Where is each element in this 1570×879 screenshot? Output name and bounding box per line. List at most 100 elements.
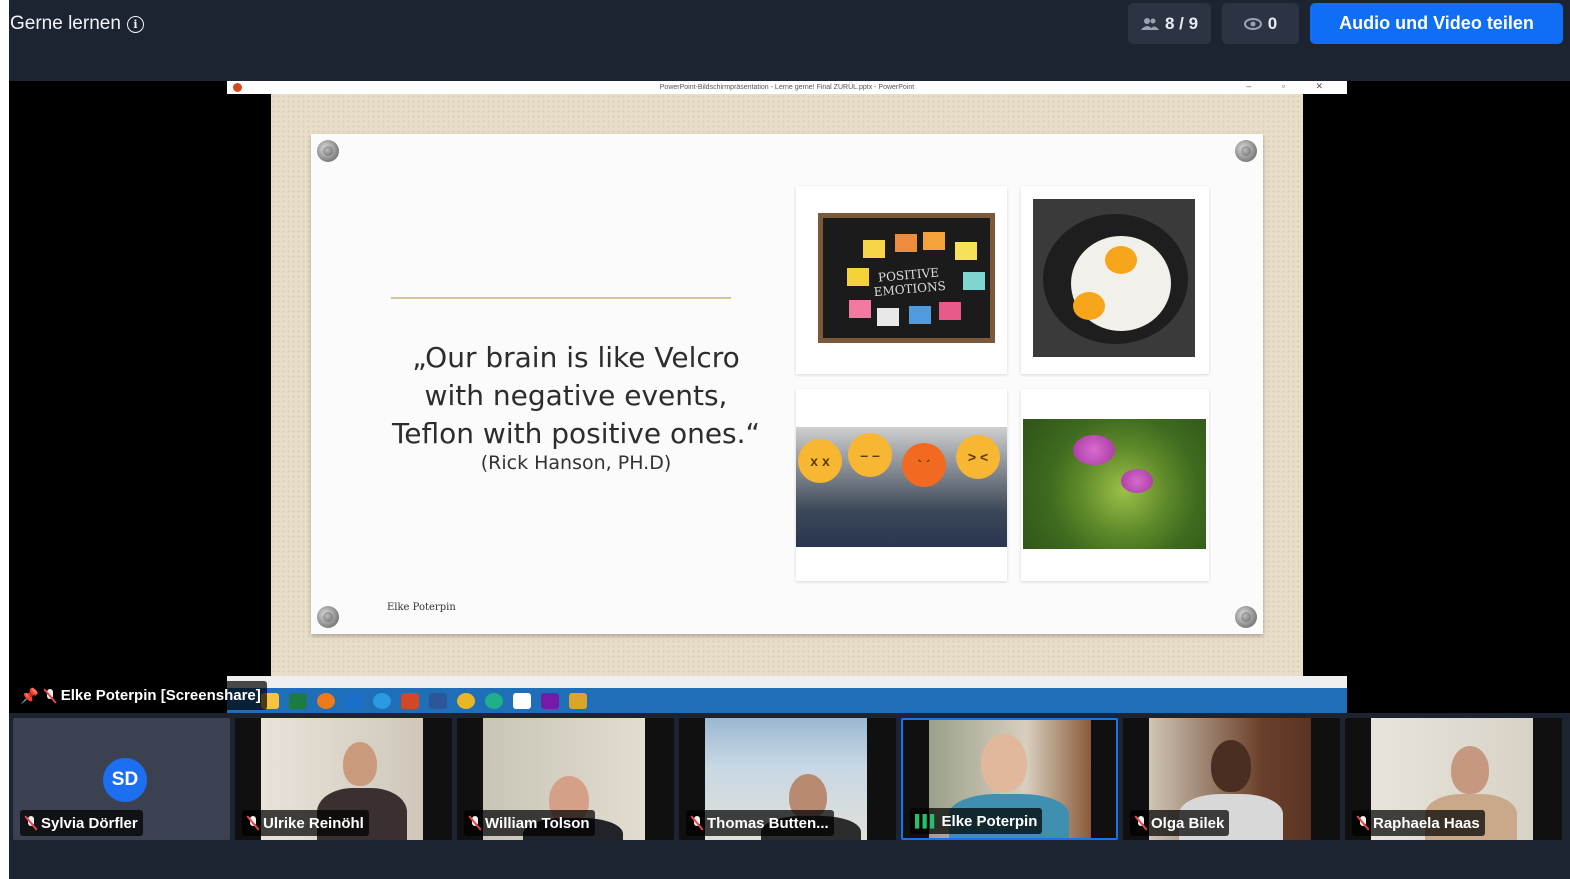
participant-tile[interactable]: SD Sylvia Dörfler: [13, 718, 230, 840]
egg-photo: [1021, 186, 1209, 374]
thistle-flower: [1073, 435, 1115, 465]
mic-muted-icon: [691, 815, 703, 831]
mic-muted-icon: [1135, 815, 1147, 831]
decorative-rule: [391, 297, 731, 299]
sticky-note: [849, 300, 871, 318]
powerpoint-window: PowerPoint-Bildschirmpräsentation - Lern…: [227, 81, 1347, 713]
screenshare-label: 📌 Elke Poterpin [Screenshare]: [14, 681, 267, 710]
participant-nameplate: Olga Bilek: [1130, 810, 1230, 836]
person-head: [1451, 746, 1489, 794]
ppt-titlebar: PowerPoint-Bildschirmpräsentation - Lern…: [227, 81, 1347, 94]
participant-name: Thomas Butten...: [707, 814, 829, 832]
teams-icon: [569, 692, 587, 709]
sticky-note: [939, 302, 961, 320]
thistle-photo: [1021, 389, 1209, 581]
participant-name: Ulrike Reinöhl: [263, 814, 364, 832]
sticky-note: [847, 268, 869, 286]
mic-active-icon: ▌▌▌: [915, 814, 938, 828]
quote-line: „Our brain is like Velcro: [412, 341, 740, 374]
participant-name: Sylvia Dörfler: [41, 814, 138, 832]
bottom-toolbar-area: [9, 840, 1570, 879]
mic-muted-icon: [44, 688, 56, 704]
powerpoint-icon: [401, 692, 419, 709]
screenshare-label-text: Elke Poterpin [Screenshare]: [60, 687, 261, 704]
dizzy-face-icon: x x: [798, 439, 842, 483]
eye-icon: [1243, 17, 1262, 30]
emoji-faces-photo: x x – – ` ´ > <: [796, 389, 1007, 581]
pushpin-icon: [1235, 140, 1257, 162]
pin-icon[interactable]: 📌: [20, 687, 39, 705]
angry-face-icon: ` ´: [902, 443, 946, 487]
participant-nameplate: ▌▌▌ Elke Poterpin: [910, 808, 1043, 834]
participant-name: Elke Poterpin: [941, 812, 1038, 830]
windows-taskbar: [227, 688, 1347, 713]
home-icon: [513, 692, 531, 709]
sticky-note: [909, 306, 931, 324]
person-head: [981, 734, 1027, 792]
slide-quote: „Our brain is like Velcro with negative …: [371, 339, 781, 453]
emoji-people-image: x x – – ` ´ > <: [796, 427, 1007, 547]
onenote-icon: [541, 692, 559, 709]
participant-nameplate: William Tolson: [464, 810, 595, 836]
thistle-flower: [1121, 469, 1153, 493]
room-title-text: Gerne lernen: [10, 13, 121, 34]
header: Gerne lernen i 8 / 9 0 Audio und Video t…: [9, 0, 1570, 50]
window-controls: – ▫ ✕: [1246, 81, 1337, 91]
viewers-count-button[interactable]: 0: [1222, 3, 1299, 44]
ppt-window-title: PowerPoint-Bildschirmpräsentation - Lern…: [659, 84, 915, 91]
excel-icon: [289, 692, 307, 709]
slide-background: „Our brain is like Velcro with negative …: [271, 94, 1303, 676]
sticky-note: [863, 240, 885, 258]
pushpin-icon: [317, 140, 339, 162]
avatar: SD: [103, 758, 147, 802]
participants-count-button[interactable]: 8 / 9: [1128, 3, 1211, 44]
sticky-note: [963, 272, 985, 290]
powerpoint-logo-icon: [233, 83, 242, 92]
edge-icon: [485, 692, 503, 709]
participant-name: William Tolson: [485, 814, 590, 832]
egg-yolk: [1105, 246, 1137, 274]
participant-strip: SD Sylvia Dörfler Ulrike Reinöhl William…: [9, 718, 1570, 840]
pushpin-icon: [1235, 606, 1257, 628]
viewers-count: 0: [1267, 13, 1278, 33]
pushpin-icon: [317, 606, 339, 628]
quote-line: Teflon with positive ones.“: [391, 417, 761, 450]
slide-footer-name: Elke Poterpin: [387, 602, 456, 613]
frying-pan-image: [1033, 199, 1195, 357]
person-head: [343, 742, 377, 786]
left-edge: [0, 0, 9, 879]
participants-count: 8 / 9: [1164, 13, 1199, 33]
participant-tile-active-speaker[interactable]: ▌▌▌ Elke Poterpin: [901, 718, 1118, 840]
people-icon: [1140, 17, 1159, 30]
room-title: Gerne lernen i: [10, 13, 144, 35]
share-audio-video-button[interactable]: Audio und Video teilen: [1310, 3, 1563, 44]
participant-tile[interactable]: Olga Bilek: [1123, 718, 1340, 840]
mic-muted-icon: [247, 815, 259, 831]
participant-nameplate: Ulrike Reinöhl: [242, 810, 369, 836]
sticky-note: [955, 242, 977, 260]
participant-tile[interactable]: Ulrike Reinöhl: [235, 718, 452, 840]
chrome-icon: [457, 692, 475, 709]
unamused-face-icon: – –: [848, 433, 892, 477]
chalkboard-text: POSITIVE EMOTIONS: [872, 265, 946, 299]
egg-yolk: [1073, 292, 1105, 320]
internet-explorer-icon: [373, 692, 391, 709]
chalkboard-photo: POSITIVE EMOTIONS: [796, 186, 1007, 374]
quote-line: with negative events,: [424, 379, 728, 412]
thistle-image: [1023, 419, 1206, 549]
participant-tile[interactable]: Raphaela Haas: [1345, 718, 1562, 840]
participant-tile[interactable]: Thomas Butten...: [679, 718, 896, 840]
participant-name: Olga Bilek: [1151, 814, 1225, 832]
participant-nameplate: Thomas Butten...: [686, 810, 834, 836]
participant-nameplate: Sylvia Dörfler: [20, 810, 143, 836]
sticky-note: [923, 232, 945, 250]
outlook-icon: [345, 692, 363, 709]
quote-author: (Rick Hanson, PH.D): [480, 452, 672, 474]
mic-muted-icon: [469, 815, 481, 831]
info-icon[interactable]: i: [126, 15, 144, 33]
mic-muted-icon: [1357, 815, 1369, 831]
chalkboard-image: POSITIVE EMOTIONS: [818, 213, 995, 343]
participant-tile[interactable]: William Tolson: [457, 718, 674, 840]
ppt-statusbar: [227, 676, 1347, 688]
firefox-icon: [317, 692, 335, 709]
